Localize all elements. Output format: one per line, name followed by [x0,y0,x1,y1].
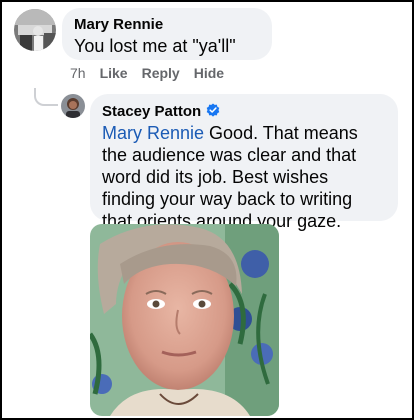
reply-photo-attachment[interactable] [90,224,279,416]
reply-author-avatar[interactable] [61,94,85,118]
reply-header: Stacey Patton [102,102,386,122]
comment-bubble: Mary Rennie You lost me at "ya'll" [62,8,272,60]
like-button[interactable]: Like [100,65,128,81]
comment-author[interactable]: Mary Rennie [74,15,260,35]
comment-timestamp[interactable]: 7h [70,65,86,81]
comment-actions: 7h Like Reply Hide [70,64,224,82]
mention-link[interactable]: Mary Rennie [102,123,204,143]
commenter-avatar[interactable] [14,9,56,51]
reply-bubble: Stacey Patton Mary Rennie Good. That mea… [90,94,398,231]
reply-connector-line [34,88,58,106]
hide-button[interactable]: Hide [194,65,224,81]
comment-text: You lost me at "ya'll" [74,36,236,56]
verified-badge-icon [206,102,220,122]
reply-button[interactable]: Reply [142,65,180,81]
reply-author[interactable]: Stacey Patton [102,102,201,122]
comment-thread: Mary Rennie You lost me at "ya'll" 7h Li… [2,2,412,418]
reply-text: Mary Rennie Good. That means the audienc… [102,122,386,232]
